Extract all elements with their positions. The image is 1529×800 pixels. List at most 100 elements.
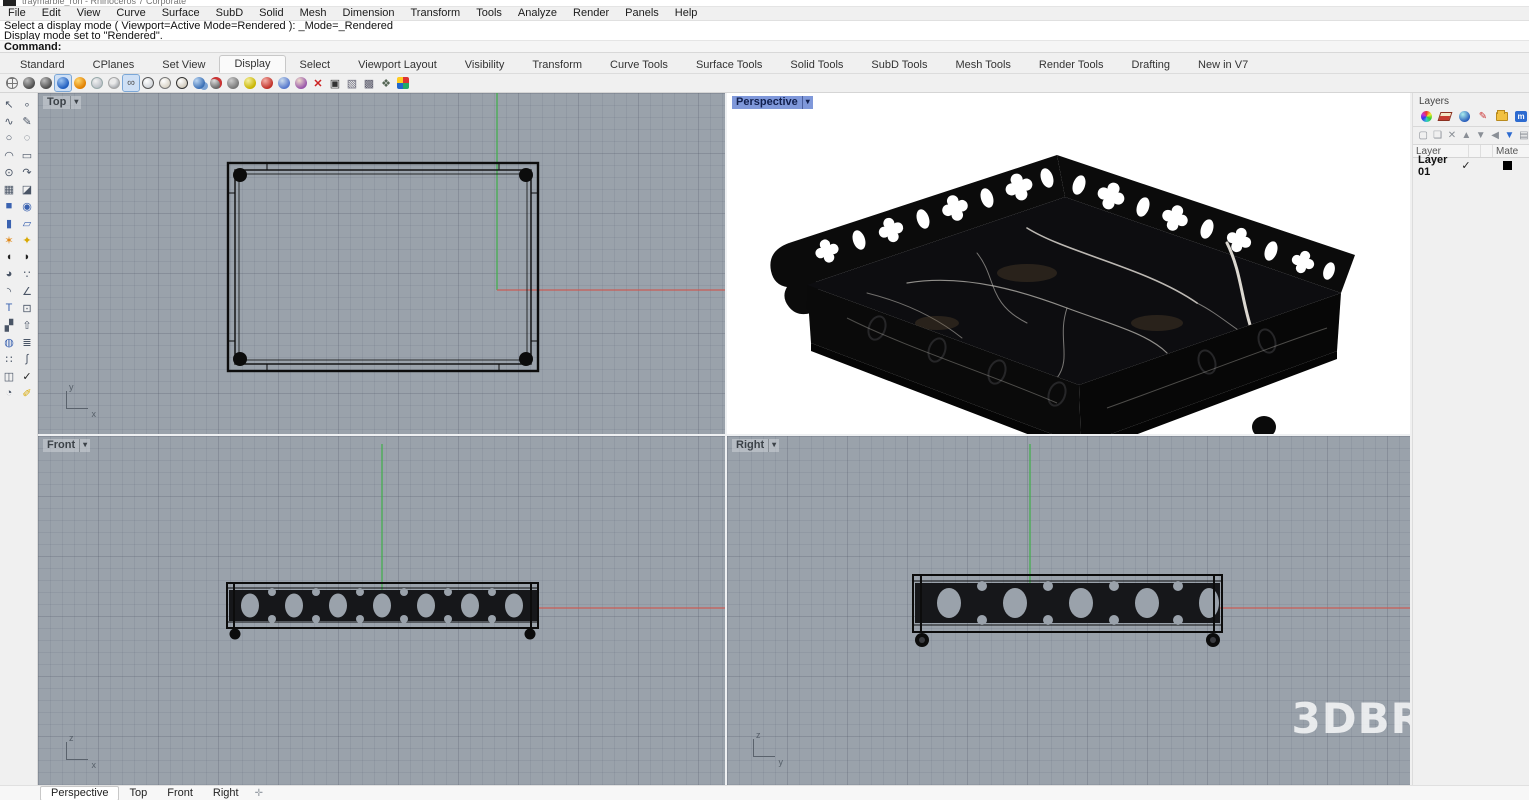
menu-help[interactable]: Help	[667, 7, 706, 20]
viewport-tab-perspective[interactable]: Perspective	[40, 786, 119, 800]
rectangle-icon[interactable]: ▭	[19, 147, 36, 163]
monitor-display-icon[interactable]: ▣	[327, 75, 343, 91]
viewport-move-icon[interactable]: ✛	[255, 788, 263, 799]
render-sphere-icon[interactable]: ◍	[1, 334, 18, 350]
menu-analyze[interactable]: Analyze	[510, 7, 565, 20]
menu-curve[interactable]: Curve	[108, 7, 153, 20]
rendering-tab-icon[interactable]	[1457, 110, 1471, 123]
swirl-display-icon[interactable]	[276, 75, 292, 91]
artistic-display-icon[interactable]	[157, 75, 173, 91]
rubik-display-icon[interactable]	[395, 75, 411, 91]
viewport-menu-arrow-icon[interactable]: ▾	[802, 96, 813, 109]
tab-mesh-tools[interactable]: Mesh Tools	[941, 57, 1024, 73]
check-icon[interactable]: ✓	[19, 368, 36, 384]
pen-display-icon[interactable]	[174, 75, 190, 91]
tab-solid-tools[interactable]: Solid Tools	[776, 57, 857, 73]
camera-display-icon[interactable]	[293, 75, 309, 91]
shaded-gray-display-icon[interactable]	[38, 75, 54, 91]
extrude-icon[interactable]: ⇧	[19, 317, 36, 333]
paired-display-icon[interactable]	[191, 75, 207, 91]
page-icon[interactable]: ▤	[1519, 130, 1529, 141]
menu-mesh[interactable]: Mesh	[292, 7, 335, 20]
current-layer-check-icon[interactable]: ✓	[1457, 159, 1475, 172]
menu-solid[interactable]: Solid	[251, 7, 291, 20]
circle-icon[interactable]: ○	[1, 130, 18, 146]
tab-curve-tools[interactable]: Curve Tools	[596, 57, 682, 73]
edit-point-icon[interactable]: ⊡	[19, 300, 36, 316]
tab-viewport-layout[interactable]: Viewport Layout	[344, 57, 451, 73]
menu-panels[interactable]: Panels	[617, 7, 667, 20]
layer-color-swatch[interactable]	[1503, 161, 1512, 170]
viewport-tab-top[interactable]: Top	[119, 787, 157, 800]
materials-chip-icon[interactable]: m	[1514, 110, 1528, 123]
ellipse-icon[interactable]: ◌	[19, 130, 36, 146]
new-layer-icon[interactable]: ▢	[1418, 130, 1428, 141]
curve-interpolate-icon[interactable]: ∿	[1, 113, 18, 129]
viewport-label-right[interactable]: Right ▾	[732, 439, 779, 452]
menu-edit[interactable]: Edit	[34, 7, 69, 20]
target-display-icon[interactable]	[259, 75, 275, 91]
menu-subd[interactable]: SubD	[208, 7, 252, 20]
rendered-display-icon[interactable]	[55, 75, 71, 91]
viewport-title[interactable]: Right	[732, 439, 768, 452]
point-icon[interactable]: ∘	[19, 96, 36, 112]
viewport-right[interactable]: Right ▾ z y 3DBR	[727, 436, 1410, 785]
select-arrow-icon[interactable]: ↖	[1, 96, 18, 112]
move-down-icon[interactable]: ▼	[1476, 130, 1486, 141]
shaded-display-icon[interactable]	[21, 75, 37, 91]
viewport-label-front[interactable]: Front ▾	[43, 439, 90, 452]
tab-display[interactable]: Display	[219, 55, 285, 73]
technical-display-icon[interactable]	[140, 75, 156, 91]
display-color-wheel-icon[interactable]	[1419, 110, 1433, 123]
wireframe-display-icon[interactable]	[4, 75, 20, 91]
cylinder-icon[interactable]: ▮	[1, 215, 18, 231]
ghost-box-icon[interactable]: ▧	[344, 75, 360, 91]
tab-select[interactable]: Select	[286, 57, 345, 73]
sphere-icon[interactable]: ◉	[19, 198, 36, 214]
yellow-display-icon[interactable]	[242, 75, 258, 91]
viewport-title[interactable]: Top	[43, 96, 70, 109]
plane-icon[interactable]: ▱	[19, 215, 36, 231]
menu-dimension[interactable]: Dimension	[335, 7, 403, 20]
polyline-icon[interactable]: ∠	[19, 283, 36, 299]
viewport-menu-arrow-icon[interactable]: ▾	[768, 439, 779, 452]
tab-new-in-v7[interactable]: New in V7	[1184, 57, 1262, 73]
arc-icon[interactable]: ◠	[1, 147, 18, 163]
layer-name[interactable]: Layer 01	[1413, 154, 1457, 178]
menu-transform[interactable]: Transform	[403, 7, 469, 20]
text-icon[interactable]: T	[1, 300, 18, 316]
tab-transform[interactable]: Transform	[518, 57, 596, 73]
filter-icon[interactable]: ▼	[1504, 130, 1514, 141]
cage-edit-icon[interactable]: ▦	[1, 181, 18, 197]
tab-render-tools[interactable]: Render Tools	[1025, 57, 1118, 73]
command-prompt[interactable]: Command:	[0, 40, 1529, 53]
move-up-icon[interactable]: ▲	[1461, 130, 1471, 141]
viewport-label-perspective[interactable]: Perspective ▾	[732, 96, 813, 109]
layers-tab-icon[interactable]	[1438, 110, 1452, 123]
xray-glasses-icon[interactable]: ∞	[123, 75, 139, 91]
disable-display-icon[interactable]: ✕	[310, 75, 326, 91]
shade-mode-icon[interactable]: ◔	[1, 385, 18, 401]
helix-icon[interactable]: ↷	[19, 164, 36, 180]
cube-display-icon[interactable]: ▩	[361, 75, 377, 91]
menu-file[interactable]: File	[0, 7, 34, 20]
viewport-menu-arrow-icon[interactable]: ▾	[70, 96, 81, 109]
xray-display-icon[interactable]	[106, 75, 122, 91]
tab-surface-tools[interactable]: Surface Tools	[682, 57, 776, 73]
point-cloud-icon[interactable]: ∵	[19, 266, 36, 282]
blend-curve-icon[interactable]: ◝	[1, 283, 18, 299]
spotlight-icon[interactable]: ✐	[19, 385, 36, 401]
delete-layer-icon[interactable]: ✕	[1447, 130, 1457, 141]
curve-sketch-icon[interactable]: ✎	[19, 113, 36, 129]
array-icon[interactable]: ∷	[1, 351, 18, 367]
viewport-title[interactable]: Front	[43, 439, 79, 452]
tab-cplanes[interactable]: CPlanes	[79, 57, 149, 73]
annotate-pencil-icon[interactable]: ✎	[1476, 110, 1490, 123]
menu-view[interactable]: View	[69, 7, 109, 20]
move-left-icon[interactable]: ◀	[1490, 130, 1500, 141]
tab-standard[interactable]: Standard	[6, 57, 79, 73]
layer-row[interactable]: Layer 01 ✓	[1413, 158, 1529, 173]
viewport-tab-right[interactable]: Right	[203, 787, 249, 800]
folder-tab-icon[interactable]	[1495, 110, 1509, 123]
menu-tools[interactable]: Tools	[468, 7, 510, 20]
